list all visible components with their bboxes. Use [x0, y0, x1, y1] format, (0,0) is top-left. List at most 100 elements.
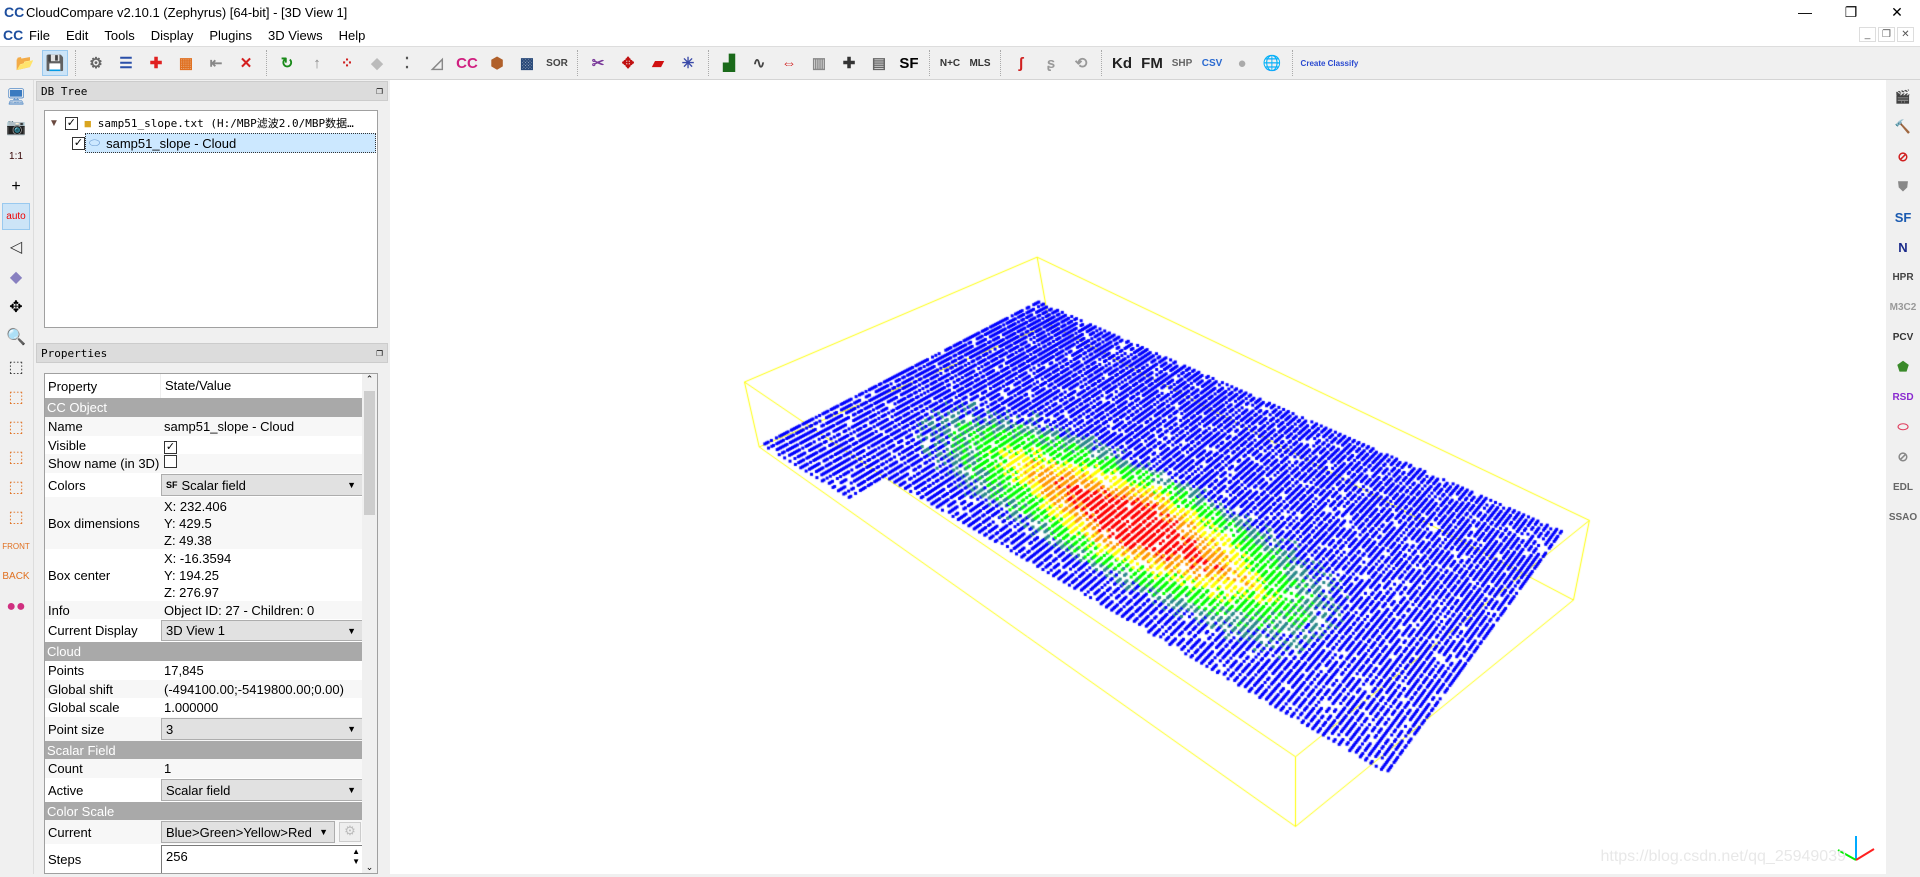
clone-icon[interactable]: ⚙	[83, 50, 109, 76]
sf-delete-icon[interactable]: ▥	[806, 50, 832, 76]
view-top-icon[interactable]: ⬚	[2, 353, 30, 380]
disable-shader-icon[interactable]: ⊘	[1890, 444, 1916, 470]
menu-edit[interactable]: Edit	[58, 28, 96, 43]
register-icon[interactable]: ↻	[274, 50, 300, 76]
zoom-1-1-icon[interactable]: 1:1	[2, 143, 30, 170]
north-icon[interactable]: N	[1890, 234, 1916, 260]
view-front-icon[interactable]: ⬚	[2, 383, 30, 410]
sf-color-scale-icon[interactable]: SF	[896, 50, 922, 76]
mdi-restore-button[interactable]: ❐	[1878, 27, 1895, 42]
fast-marching-icon[interactable]: FM	[1139, 50, 1165, 76]
kd-tree-icon[interactable]: Kd	[1109, 50, 1135, 76]
perspective-icon[interactable]: ◁	[2, 233, 30, 260]
minimize-button[interactable]: —	[1782, 0, 1828, 24]
rsd-icon[interactable]: RSD	[1890, 384, 1916, 410]
menu-display[interactable]: Display	[143, 28, 202, 43]
calculator-icon[interactable]: ▤	[866, 50, 892, 76]
m3c2-icon[interactable]: M3C2	[1890, 294, 1917, 320]
edl-icon[interactable]: EDL	[1890, 474, 1916, 500]
mdi-minimize-button[interactable]: _	[1859, 27, 1876, 42]
menu-tools[interactable]: Tools	[96, 28, 142, 43]
current-display-dropdown[interactable]: 3D View 1 ▼	[161, 620, 363, 641]
sphere-icon[interactable]: ●	[1229, 50, 1255, 76]
view-left-icon[interactable]: ⬚	[2, 413, 30, 440]
animation-icon[interactable]: 🎬	[1890, 84, 1916, 110]
tree-item-cloud[interactable]: samp51_slope - Cloud	[106, 136, 236, 151]
3d-view[interactable]: https://blog.csdn.net/qq_25949039	[390, 80, 1886, 874]
canupo-classify-icon[interactable]: Classify	[1328, 50, 1359, 76]
point-cloud-canvas[interactable]	[390, 80, 1886, 874]
colorize-icon[interactable]: ▦	[173, 50, 199, 76]
iso-back-icon[interactable]: BACK	[2, 563, 30, 590]
mdi-close-button[interactable]: ✕	[1897, 27, 1914, 42]
spin-arrows-icon[interactable]: ▲ ▼	[352, 847, 360, 867]
gaussian-icon[interactable]: ∿	[746, 50, 772, 76]
subsample-icon[interactable]: ⁚	[394, 50, 420, 76]
stereo-icon[interactable]: ●●	[2, 593, 30, 620]
view-cube-icon[interactable]: ◆	[2, 263, 30, 290]
colors-dropdown[interactable]: SF Scalar field ▼	[161, 474, 363, 496]
delaunay-icon[interactable]: ◿	[424, 50, 450, 76]
point-size-dropdown[interactable]: 3 ▼	[161, 718, 363, 740]
shield-icon[interactable]: ⛊	[1890, 174, 1916, 200]
tree-item-file[interactable]: samp51_slope.txt (H:/MBP滤波2.0/MBP数据…	[98, 115, 354, 131]
normal-compute-icon[interactable]: N+C	[937, 50, 963, 76]
open-icon[interactable]: 📂	[12, 50, 38, 76]
save-icon[interactable]: 💾	[42, 50, 68, 76]
mesh-to-cloud-icon[interactable]: ⬢	[484, 50, 510, 76]
add-points-icon[interactable]: ✚	[143, 50, 169, 76]
properties-icon[interactable]: ☰	[113, 50, 139, 76]
min-max-icon[interactable]: ⇔	[776, 50, 802, 76]
shp-file-icon[interactable]: SHP	[1169, 50, 1195, 76]
hammer-icon[interactable]: 🔨	[1890, 114, 1916, 140]
visible-checkbox[interactable]: ✓	[164, 440, 177, 454]
menu-plugins[interactable]: Plugins	[201, 28, 260, 43]
trace-icon[interactable]: ʂ	[1038, 50, 1064, 76]
menu-file[interactable]: File	[21, 28, 58, 43]
pivot-auto-icon[interactable]: auto	[2, 203, 30, 230]
show-name-checkbox[interactable]	[164, 455, 177, 468]
add-sf-icon[interactable]: ✚	[836, 50, 862, 76]
export-icon[interactable]: ⇤	[203, 50, 229, 76]
sf-plugin-icon[interactable]: SF	[1890, 204, 1916, 230]
rotation-center-icon[interactable]: ✥	[2, 293, 30, 320]
iso-front-icon[interactable]: FRONT	[2, 533, 30, 560]
point-pick-icon[interactable]: ✳	[675, 50, 701, 76]
polygon-icon[interactable]: ⬟	[1890, 354, 1916, 380]
cloud-compare-icon[interactable]: CC	[454, 50, 480, 76]
compass-icon[interactable]: ⊘	[1890, 144, 1916, 170]
pcv-icon[interactable]: PCV	[1890, 324, 1916, 350]
histogram-icon[interactable]: ▟	[716, 50, 742, 76]
translate-icon[interactable]: ✥	[615, 50, 641, 76]
menu-help[interactable]: Help	[331, 28, 374, 43]
gear-icon[interactable]: ⚙	[339, 822, 361, 842]
scrollbar-thumb[interactable]	[364, 391, 375, 515]
float-dock-icon[interactable]: ❐	[376, 346, 383, 359]
globe-icon[interactable]: 🌐	[1259, 50, 1285, 76]
steps-spinbox[interactable]: 256 ▲ ▼	[161, 845, 363, 873]
scissors-icon[interactable]: ✂	[585, 50, 611, 76]
sample-points-icon[interactable]: ⁘	[334, 50, 360, 76]
ssao-icon[interactable]: SSAO	[1889, 504, 1917, 530]
ellipse-icon[interactable]: ⬭	[1890, 414, 1916, 440]
curve-icon[interactable]: ʃ	[1008, 50, 1034, 76]
expand-arrow-icon[interactable]: ▼	[49, 118, 59, 129]
menu-3d-views[interactable]: 3D Views	[260, 28, 331, 43]
sor-filter-icon[interactable]: SOR	[544, 50, 570, 76]
rotate-icon[interactable]: ⟲	[1068, 50, 1094, 76]
camera-icon[interactable]: 📷	[2, 113, 30, 140]
close-button[interactable]: ✕	[1874, 0, 1920, 24]
file-visible-checkbox[interactable]: ✓	[64, 116, 78, 130]
zoom-icon[interactable]: 🔍	[2, 323, 30, 350]
mls-icon[interactable]: MLS	[967, 50, 993, 76]
hpr-icon[interactable]: HPR	[1890, 264, 1916, 290]
pivot-icon[interactable]: +	[2, 173, 30, 200]
csv-file-icon[interactable]: CSV	[1199, 50, 1225, 76]
float-dock-icon[interactable]: ❐	[376, 84, 383, 97]
fullscreen-icon[interactable]: 🖥	[2, 83, 30, 110]
view-bottom-icon[interactable]: ⬚	[2, 503, 30, 530]
active-sf-dropdown[interactable]: Scalar field ▼	[161, 779, 363, 801]
cloud-visible-checkbox[interactable]: ✓	[72, 136, 85, 150]
color-scale-dropdown[interactable]: Blue>Green>Yellow>Red ▼	[161, 821, 335, 843]
properties-scrollbar[interactable]: ⌃ ⌄	[362, 374, 377, 873]
